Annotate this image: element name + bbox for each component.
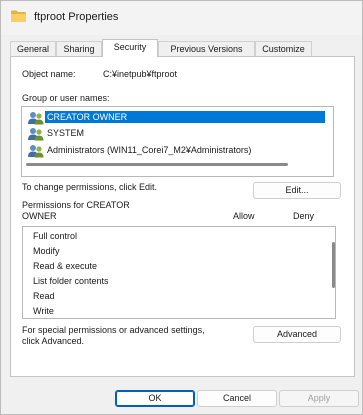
permission-row: Modify <box>33 246 60 256</box>
permission-row: Write <box>33 306 54 316</box>
permissions-list[interactable]: Full control Modify Read & execute List … <box>22 226 336 319</box>
permission-row: Full control <box>33 231 78 241</box>
permission-row: Read <box>33 291 55 301</box>
cancel-button[interactable]: Cancel <box>197 390 277 407</box>
users-group-icon <box>28 128 44 141</box>
users-group-icon <box>28 112 44 125</box>
user-name: SYSTEM <box>47 128 85 138</box>
tab-previous-versions[interactable]: Previous Versions <box>158 41 255 56</box>
advanced-button[interactable]: Advanced <box>253 326 341 343</box>
permissions-for-label: Permissions for CREATOR <box>22 200 130 210</box>
permission-row: List folder contents <box>33 276 109 286</box>
special-permissions-hint-line2: click Advanced. <box>22 336 85 346</box>
properties-window: ftproot Properties General Sharing Secur… <box>0 0 363 415</box>
ok-button[interactable]: OK <box>115 390 195 407</box>
tab-security[interactable]: Security <box>102 39 158 57</box>
apply-button[interactable]: Apply <box>279 390 359 407</box>
window-title: ftproot Properties <box>34 11 119 23</box>
title-bar[interactable]: ftproot Properties <box>1 1 362 35</box>
edit-button[interactable]: Edit... <box>253 182 341 199</box>
folder-icon <box>11 10 26 22</box>
users-group-icon <box>28 145 44 158</box>
tab-sharing[interactable]: Sharing <box>56 41 102 56</box>
object-name-value: C:¥inetpub¥ftproot <box>103 69 178 79</box>
tab-strip: General Sharing Security Previous Versio… <box>10 39 355 57</box>
user-list[interactable]: CREATOR OWNER SYSTEM Administrators (WIN… <box>21 106 334 177</box>
list-item-creator-owner[interactable]: CREATOR OWNER <box>28 110 328 126</box>
list-item-administrators[interactable]: Administrators (WIN11_Corei7_M2¥Administ… <box>28 143 328 159</box>
vertical-scrollbar[interactable] <box>332 242 335 288</box>
special-permissions-hint: For special permissions or advanced sett… <box>22 325 205 335</box>
change-permissions-hint: To change permissions, click Edit. <box>22 182 158 192</box>
permission-row: Read & execute <box>33 261 98 271</box>
deny-column-header: Deny <box>293 211 315 221</box>
permissions-for-label-line2: OWNER <box>22 211 57 221</box>
horizontal-scrollbar[interactable] <box>26 163 288 166</box>
allow-column-header: Allow <box>233 211 255 221</box>
user-name: Administrators (WIN11_Corei7_M2¥Administ… <box>47 145 252 155</box>
tab-general[interactable]: General <box>10 41 56 56</box>
group-or-user-names-label: Group or user names: <box>22 93 110 103</box>
tab-customize[interactable]: Customize <box>255 41 312 56</box>
list-item-system[interactable]: SYSTEM <box>28 126 328 142</box>
user-name: CREATOR OWNER <box>45 111 325 123</box>
object-name-label: Object name: <box>22 69 76 79</box>
